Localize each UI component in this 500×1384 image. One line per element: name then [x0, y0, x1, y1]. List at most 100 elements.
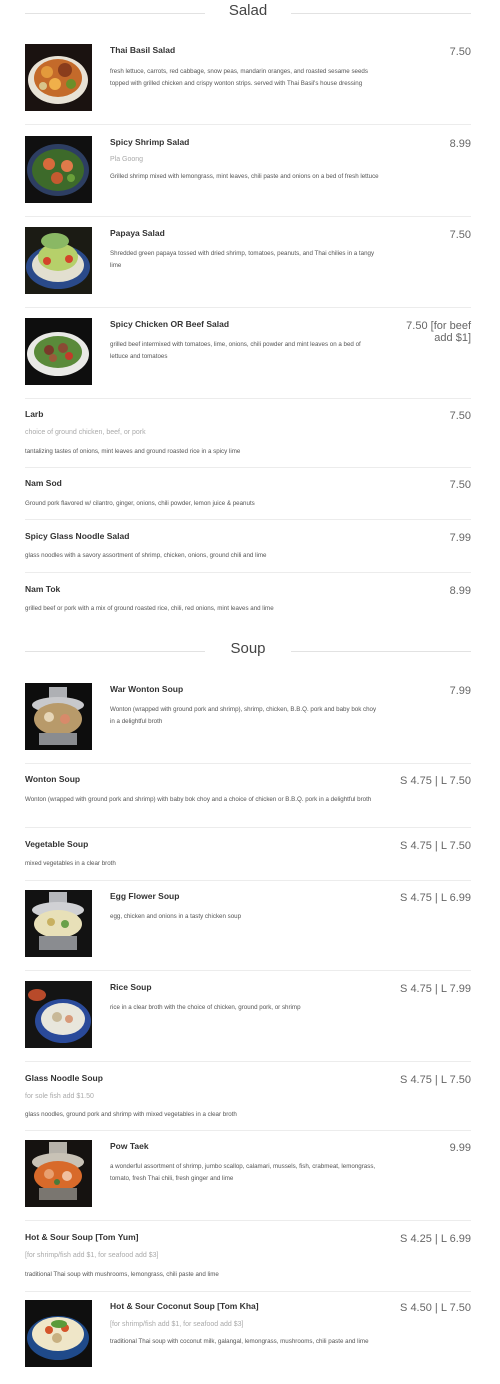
divider-line	[291, 651, 471, 652]
item-description: mixed vegetables in a clear broth	[25, 860, 116, 867]
section-title: Soup	[230, 640, 266, 657]
menu-item[interactable]: Hot & Sour Soup [Tom Yum] [for shrimp/fi…	[25, 1231, 471, 1285]
item-price: 7.99	[449, 685, 471, 697]
divider	[25, 827, 471, 828]
item-price: 7.50	[449, 229, 471, 241]
item-description: Wonton (wrapped with ground pork and shr…	[25, 796, 372, 803]
item-subtitle: Pla Goong	[110, 156, 144, 163]
divider	[25, 398, 471, 399]
item-price: S 4.25 | L 6.99	[400, 1233, 471, 1245]
item-name: Egg Flower Soup	[110, 891, 180, 901]
item-name: Spicy Chicken OR Beef Salad	[110, 319, 230, 329]
divider	[25, 124, 471, 125]
divider	[25, 216, 471, 217]
item-name: War Wonton Soup	[110, 684, 184, 694]
divider	[25, 519, 471, 520]
divider	[25, 880, 471, 881]
section-title: Salad	[228, 2, 268, 19]
menu-item[interactable]: Egg Flower Soup egg, chicken and onions …	[25, 890, 471, 960]
item-subtitle: [for shrimp/fish add $1, for seafood add…	[25, 1252, 159, 1259]
item-description: glass noodles, ground pork and shrimp wi…	[25, 1111, 237, 1118]
menu-item[interactable]: Papaya Salad Shredded green papaya tosse…	[25, 227, 471, 297]
item-description: a wonderful assortment of shrimp, jumbo …	[110, 1163, 376, 1182]
food-photo	[25, 1300, 92, 1367]
divider	[25, 1061, 471, 1062]
item-description: rice in a clear broth with the choice of…	[110, 1004, 301, 1011]
divider	[25, 970, 471, 971]
item-price: 7.50	[449, 410, 471, 422]
divider	[25, 1130, 471, 1131]
item-price: S 4.50 | L 7.50	[400, 1302, 471, 1314]
item-description: Ground pork flavored w/ cilantro, ginger…	[25, 500, 255, 507]
menu-item[interactable]: Vegetable Soup mixed vegetables in a cle…	[25, 838, 471, 876]
item-description: grilled beef intermixed with tomatoes, l…	[110, 341, 361, 360]
item-price: 8.99	[449, 585, 471, 597]
item-price: 7.50	[449, 479, 471, 491]
item-description: egg, chicken and onions in a tasty chick…	[110, 913, 242, 920]
divider	[25, 572, 471, 573]
food-photo	[25, 683, 92, 750]
menu-item[interactable]: Rice Soup rice in a clear broth with the…	[25, 981, 471, 1051]
item-price: S 4.75 | L 7.50	[400, 775, 471, 787]
item-price: S 4.75 | L 7.99	[400, 983, 471, 995]
food-photo	[25, 136, 92, 203]
menu-item[interactable]: Spicy Glass Noodle Salad glass noodles w…	[25, 530, 471, 568]
item-name: Nam Tok	[25, 584, 61, 594]
item-name: Nam Sod	[25, 478, 62, 488]
item-description: grilled beef or pork with a mix of groun…	[25, 605, 274, 612]
food-photo	[25, 227, 92, 294]
item-name: Spicy Glass Noodle Salad	[25, 531, 130, 541]
section-header-soup: Soup	[25, 640, 471, 662]
food-photo	[25, 44, 92, 111]
item-price: 7.50 [for beef add $1]	[406, 320, 471, 344]
item-description: glass noodles with a savory assortment o…	[25, 552, 267, 559]
item-name: Hot & Sour Soup [Tom Yum]	[25, 1232, 139, 1242]
item-price: 9.99	[449, 1142, 471, 1154]
divider	[25, 307, 471, 308]
item-description: traditional Thai soup with coconut milk,…	[110, 1338, 369, 1345]
divider	[25, 1291, 471, 1292]
menu-item[interactable]: Nam Sod Ground pork flavored w/ cilantro…	[25, 477, 471, 515]
item-name: Larb	[25, 409, 44, 419]
item-name: Thai Basil Salad	[110, 45, 176, 55]
item-name: Glass Noodle Soup	[25, 1073, 103, 1083]
menu-item[interactable]: Pow Taek a wonderful assortment of shrim…	[25, 1140, 471, 1210]
item-price: 8.99	[449, 138, 471, 150]
food-photo	[25, 981, 92, 1048]
item-price: 7.99	[449, 532, 471, 544]
menu-item[interactable]: War Wonton Soup Wonton (wrapped with gro…	[25, 683, 471, 753]
item-description: tantalizing tastes of onions, mint leave…	[25, 448, 241, 455]
item-description: traditional Thai soup with mushrooms, le…	[25, 1271, 219, 1278]
item-description: fresh lettuce, carrots, red cabbage, sno…	[110, 68, 368, 87]
divider	[25, 467, 471, 468]
section-header-salad: Salad	[25, 2, 471, 24]
item-name: Papaya Salad	[110, 228, 165, 238]
menu-item[interactable]: Glass Noodle Soup for sole fish add $1.5…	[25, 1072, 471, 1124]
item-subtitle: choice of ground chicken, beef, or pork	[25, 429, 146, 436]
menu-item[interactable]: Nam Tok grilled beef or pork with a mix …	[25, 583, 471, 621]
item-description: Wonton (wrapped with ground pork and shr…	[110, 706, 377, 725]
item-name: Rice Soup	[110, 982, 152, 992]
item-name: Spicy Shrimp Salad	[110, 137, 190, 147]
item-name: Pow Taek	[110, 1141, 149, 1151]
menu-item[interactable]: Spicy Shrimp Salad Pla Goong Grilled shr…	[25, 136, 471, 206]
item-name: Vegetable Soup	[25, 839, 89, 849]
menu-item[interactable]: Hot & Sour Coconut Soup [Tom Kha] [for s…	[25, 1300, 471, 1370]
item-price: S 4.75 | L 7.50	[400, 1074, 471, 1086]
item-price: 7.50	[449, 46, 471, 58]
menu-item[interactable]: Wonton Soup Wonton (wrapped with ground …	[25, 773, 471, 823]
item-description: Shredded green papaya tossed with dried …	[110, 250, 375, 269]
divider	[25, 1220, 471, 1221]
item-name: Wonton Soup	[25, 774, 81, 784]
menu-item[interactable]: Thai Basil Salad fresh lettuce, carrots,…	[25, 44, 471, 114]
food-photo	[25, 890, 92, 957]
item-price: S 4.75 | L 6.99	[400, 892, 471, 904]
menu-item[interactable]: Larb choice of ground chicken, beef, or …	[25, 408, 471, 460]
menu-item[interactable]: Spicy Chicken OR Beef Salad grilled beef…	[25, 318, 471, 388]
food-photo	[25, 1140, 92, 1207]
item-subtitle: [for shrimp/fish add $1, for seafood add…	[110, 1321, 244, 1328]
item-price: S 4.75 | L 7.50	[400, 840, 471, 852]
food-photo	[25, 318, 92, 385]
item-description: Grilled shrimp mixed with lemongrass, mi…	[110, 173, 379, 180]
divider	[25, 763, 471, 764]
